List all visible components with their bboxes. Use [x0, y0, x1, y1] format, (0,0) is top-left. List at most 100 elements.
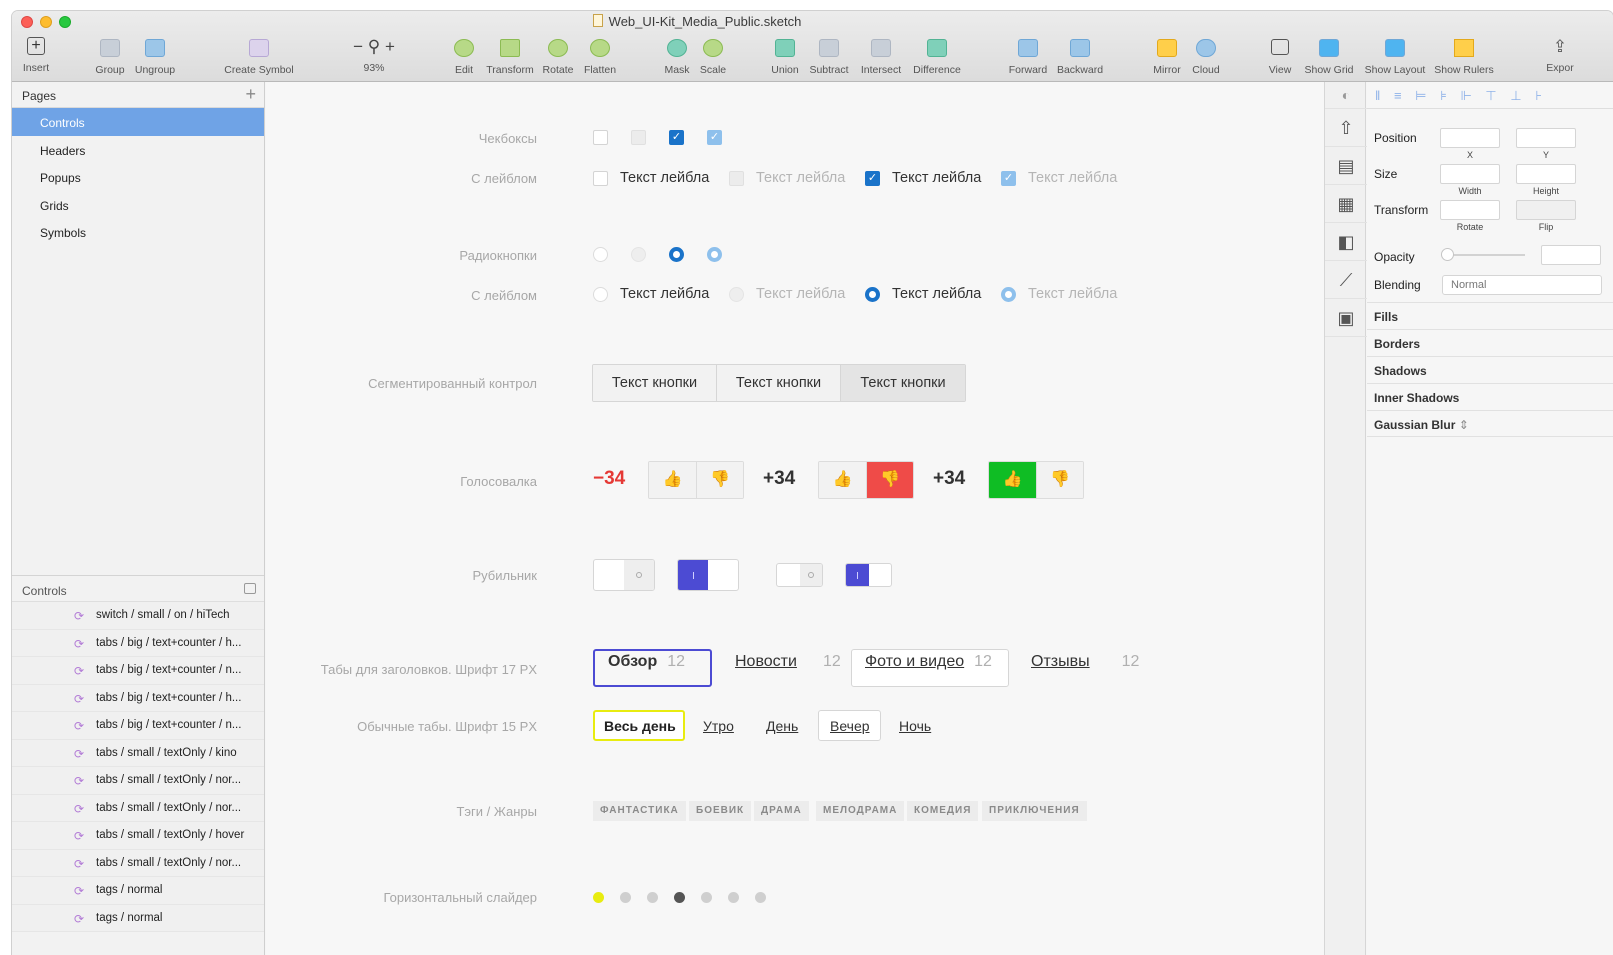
export-button[interactable]: ⇪ Expor: [1540, 37, 1580, 79]
page-item-headers[interactable]: Headers: [12, 136, 264, 164]
slider-dot[interactable]: [755, 892, 766, 903]
layer-item[interactable]: ⟳ tabs / big / text+counter / h...: [12, 684, 264, 712]
layer-item[interactable]: ⟳ tabs / small / textOnly / hover: [12, 822, 264, 850]
zoom-out-button[interactable]: −: [353, 37, 363, 56]
slider-dot[interactable]: [728, 892, 739, 903]
ungroup-button[interactable]: Ungroup: [132, 37, 178, 79]
checkbox-unchecked[interactable]: [593, 130, 608, 145]
artboard-canvas[interactable]: Чекбоксы ✓ ✓ С лейблом Текст лейбла Текс…: [266, 82, 1324, 955]
radio-selected[interactable]: [865, 287, 880, 302]
thumbs-down-icon[interactable]: 👎: [696, 462, 743, 498]
genre-tag[interactable]: ПРИКЛЮЧЕНИЯ: [982, 801, 1087, 821]
export-icon[interactable]: ⇧: [1325, 109, 1367, 147]
switch-on[interactable]: [677, 559, 739, 591]
header-tab[interactable]: Новости 12: [735, 653, 841, 671]
flip-buttons[interactable]: [1516, 200, 1576, 220]
layer-item[interactable]: ⟳ tabs / big / text+counter / n...: [12, 657, 264, 685]
genre-tag[interactable]: ФАНТАСТИКА: [593, 801, 686, 821]
printer-icon[interactable]: ▤: [1325, 147, 1367, 185]
add-page-button[interactable]: +: [245, 84, 256, 105]
segment-button-active[interactable]: Текст кнопки: [841, 365, 965, 401]
genre-tag[interactable]: БОЕВИК: [689, 801, 752, 821]
layout-icon[interactable]: ◧: [1325, 223, 1367, 261]
show-rulers-button[interactable]: Show Rulers: [1432, 37, 1496, 79]
union-button[interactable]: Union: [769, 37, 801, 79]
slider-dot[interactable]: [701, 892, 712, 903]
show-grid-button[interactable]: Show Grid: [1302, 37, 1356, 79]
layer-item[interactable]: ⟳ tabs / small / textOnly / nor...: [12, 849, 264, 877]
layer-item[interactable]: ⟳ tabs / big / text+counter / h...: [12, 629, 264, 657]
slider-dot[interactable]: [620, 892, 631, 903]
checkbox-checked[interactable]: ✓: [669, 130, 684, 145]
switch-off[interactable]: [593, 559, 655, 591]
zoom-control[interactable]: − ⚲ + 93%: [344, 37, 404, 79]
thumbs-down-icon[interactable]: 👎: [1036, 462, 1083, 498]
flatten-button[interactable]: Flatten: [580, 37, 620, 79]
difference-button[interactable]: Difference: [909, 37, 965, 79]
layer-item[interactable]: ⟳ tabs / small / textOnly / kino: [12, 739, 264, 767]
slider-dot[interactable]: [647, 892, 658, 903]
rotate-field[interactable]: [1440, 200, 1500, 220]
page-item-symbols[interactable]: Symbols: [12, 218, 264, 246]
slider-dot-active[interactable]: [593, 892, 604, 903]
backward-button[interactable]: Backward: [1054, 37, 1106, 79]
edit-button[interactable]: Edit: [450, 37, 478, 79]
checkbox-unchecked[interactable]: [593, 171, 608, 186]
layer-item[interactable]: ⟳ tabs / small / textOnly / nor...: [12, 767, 264, 795]
cloud-button[interactable]: Cloud: [1189, 37, 1223, 79]
add-image-icon[interactable]: ▣: [1325, 299, 1367, 337]
genre-tag[interactable]: КОМЕДИЯ: [907, 801, 979, 821]
small-tab[interactable]: Ночь: [899, 718, 931, 734]
switch-small-off[interactable]: [776, 563, 823, 587]
radio-unselected[interactable]: [593, 287, 608, 302]
blending-select[interactable]: Normal: [1442, 275, 1602, 295]
segment-button[interactable]: Текст кнопки: [593, 365, 717, 401]
opacity-slider-knob[interactable]: [1441, 248, 1454, 261]
view-button[interactable]: View: [1265, 37, 1295, 79]
inner-shadows-section[interactable]: Inner Shadows: [1367, 383, 1613, 410]
subtract-button[interactable]: Subtract: [806, 37, 852, 79]
header-tab[interactable]: Отзывы 12: [1031, 653, 1139, 671]
layer-item[interactable]: ⟳ tags / normal: [12, 904, 264, 932]
page-item-popups[interactable]: Popups: [12, 163, 264, 191]
show-layout-button[interactable]: Show Layout: [1362, 37, 1428, 79]
mask-button[interactable]: Mask: [662, 37, 692, 79]
position-y-field[interactable]: [1516, 128, 1576, 148]
radio-unselected[interactable]: [593, 247, 608, 262]
layer-item[interactable]: ⟳ tabs / small / textOnly / nor...: [12, 794, 264, 822]
thumbs-down-icon[interactable]: 👎: [866, 462, 913, 498]
transform-button[interactable]: Transform: [482, 37, 538, 79]
switch-small-on[interactable]: [845, 563, 892, 587]
page-item-controls[interactable]: Controls: [12, 108, 264, 136]
mirror-button[interactable]: Mirror: [1150, 37, 1184, 79]
opacity-field[interactable]: [1541, 245, 1601, 265]
width-field[interactable]: [1440, 164, 1500, 184]
layer-item[interactable]: ⟳ tags / normal: [12, 877, 264, 905]
radio-selected[interactable]: [669, 247, 684, 262]
checkbox-checked[interactable]: ✓: [865, 171, 880, 186]
small-tab[interactable]: День: [766, 718, 798, 734]
gaussian-blur-section[interactable]: Gaussian Blur ⇕: [1367, 410, 1613, 437]
borders-section[interactable]: Borders: [1367, 329, 1613, 356]
collapse-icon[interactable]: [244, 583, 256, 594]
small-tab[interactable]: Утро: [703, 718, 734, 734]
genre-tag[interactable]: МЕЛОДРАМА: [816, 801, 905, 821]
forward-button[interactable]: Forward: [1007, 37, 1049, 79]
edit-frame-icon[interactable]: ⟋: [1325, 261, 1367, 299]
thumbs-up-icon[interactable]: 👍: [989, 462, 1036, 498]
position-x-field[interactable]: [1440, 128, 1500, 148]
page-item-grids[interactable]: Grids: [12, 191, 264, 219]
chevron-updown-icon[interactable]: ⇕: [1459, 418, 1469, 432]
layer-item[interactable]: ⟳ switch / small / on / hiTech: [12, 602, 264, 630]
create-symbol-button[interactable]: Create Symbol: [220, 37, 298, 79]
intersect-button[interactable]: Intersect: [857, 37, 905, 79]
fills-section[interactable]: Fills: [1367, 302, 1613, 329]
zoom-in-button[interactable]: +: [385, 37, 395, 56]
thumbs-up-icon[interactable]: 👍: [819, 462, 866, 498]
rotate-button[interactable]: Rotate: [540, 37, 576, 79]
segment-button[interactable]: Текст кнопки: [717, 365, 841, 401]
color-picker-icon[interactable]: ◐: [1325, 82, 1367, 109]
scale-button[interactable]: Scale: [697, 37, 729, 79]
align-icons[interactable]: ‖ ≡ ⊨ ⊧ ⊩ ⊤ ⊥ ⊦: [1375, 88, 1547, 103]
shadows-section[interactable]: Shadows: [1367, 356, 1613, 383]
